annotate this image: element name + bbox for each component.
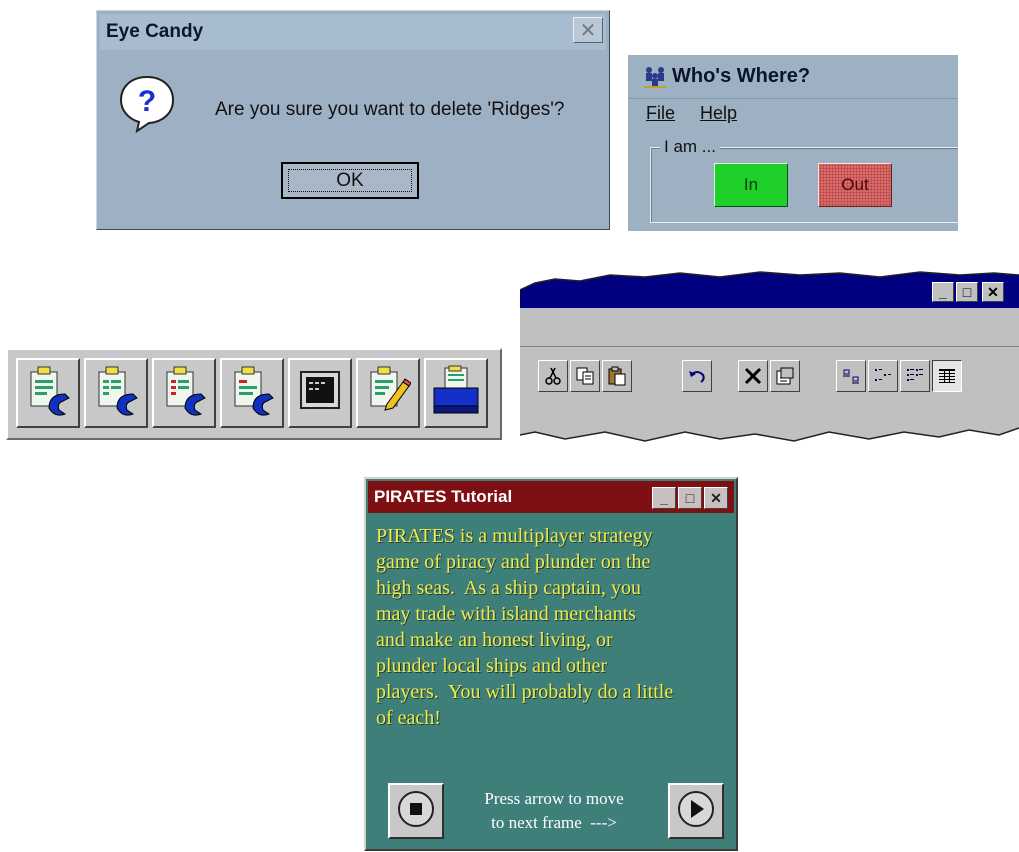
window-title: Who's Where? xyxy=(672,65,811,87)
clipboard-phone-button-3[interactable] xyxy=(220,358,284,428)
clipboard-phone-button-2[interactable] xyxy=(84,358,148,428)
dialog-close-button[interactable]: ✕ xyxy=(573,17,603,43)
focus-rectangle xyxy=(288,169,412,192)
stop-icon xyxy=(396,789,436,834)
tutorial-line: game of piracy and plunder on the xyxy=(376,551,651,573)
terminal-button[interactable] xyxy=(288,358,352,428)
dialog-titlebar: Eye Candy xyxy=(100,14,606,50)
clipboard-phone-icon xyxy=(93,364,139,423)
clipboard-pencil-icon xyxy=(365,364,412,423)
pirates-tutorial-window: PIRATES Tutorial _ □ ✕ PIRATES is a mult… xyxy=(364,477,738,851)
tutorial-line: plunder local ships and other xyxy=(376,655,608,677)
menu-help[interactable]: Help xyxy=(700,103,737,123)
status-group-label: I am ... xyxy=(660,137,720,157)
close-icon[interactable]: ✕ xyxy=(704,487,728,509)
tutorial-line: of each! xyxy=(376,707,441,729)
tutorial-controls: Press arrow to move to next frame ---> xyxy=(366,761,736,847)
tutorial-line: players. You will probably do a little xyxy=(376,681,674,703)
out-button[interactable]: Out xyxy=(818,163,892,207)
dialog-message: Are you sure you want to delete 'Ridges'… xyxy=(215,99,565,120)
hint-line: to next frame ---> xyxy=(491,813,617,832)
icon-toolbar xyxy=(6,348,502,440)
tutorial-line: may trade with island merchants xyxy=(376,603,636,625)
tutorial-line: high seas. As a ship captain, you xyxy=(376,577,641,599)
clipboard-phone-red-icon xyxy=(161,364,207,423)
clipboard-phone-red-button[interactable] xyxy=(152,358,216,428)
whos-where-window: Who's Where? File Help I am ... In Out xyxy=(628,55,958,231)
clipboard-phone-button-1[interactable] xyxy=(16,358,80,428)
clipboard-pencil-button[interactable] xyxy=(356,358,420,428)
torn-window-fragment: _ □ ✕ xyxy=(520,268,1019,450)
in-button[interactable]: In xyxy=(714,163,788,207)
stop-button[interactable] xyxy=(388,783,444,839)
ok-button[interactable]: OK xyxy=(281,162,419,199)
menu-file[interactable]: File xyxy=(646,103,675,123)
printer-icon xyxy=(431,364,481,423)
window-titlebar: PIRATES Tutorial _ □ ✕ xyxy=(368,481,734,513)
minimize-icon[interactable]: _ xyxy=(652,487,676,509)
clipboard-phone-icon xyxy=(25,364,71,423)
question-icon: ? xyxy=(117,73,177,135)
eye-candy-dialog: Eye Candy ✕ ? Are you sure you want to d… xyxy=(96,10,610,230)
printer-button[interactable] xyxy=(424,358,488,428)
clipboard-phone-icon xyxy=(229,364,275,423)
out-button-label: Out xyxy=(841,175,869,194)
next-frame-hint: Press arrow to move to next frame ---> xyxy=(456,787,652,835)
hint-line: Press arrow to move xyxy=(484,789,624,808)
terminal-icon xyxy=(297,364,343,423)
svg-text:?: ? xyxy=(138,85,156,118)
menu-bar: File Help xyxy=(646,103,757,124)
in-button-label: In xyxy=(743,175,759,194)
torn-edge-outline xyxy=(520,271,1019,442)
window-titlebar: Who's Where? xyxy=(628,55,958,99)
tutorial-text: PIRATES is a multiplayer strategy game o… xyxy=(376,523,736,731)
tutorial-line: and make an honest living, or xyxy=(376,629,613,651)
window-title: PIRATES Tutorial xyxy=(374,487,513,506)
tutorial-line: PIRATES is a multiplayer strategy xyxy=(376,525,653,547)
dialog-title: Eye Candy xyxy=(106,21,204,42)
play-icon xyxy=(676,789,716,834)
maximize-icon[interactable]: □ xyxy=(678,487,702,509)
status-group xyxy=(650,147,958,223)
next-frame-button[interactable] xyxy=(668,783,724,839)
people-icon xyxy=(642,64,668,90)
